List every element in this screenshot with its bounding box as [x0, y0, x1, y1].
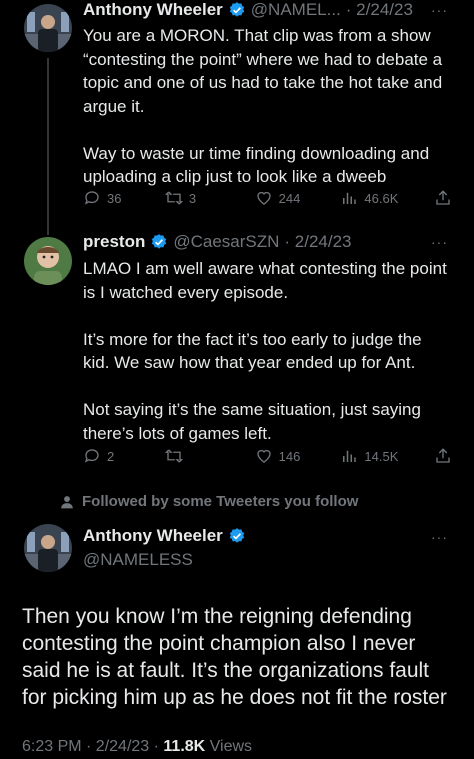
retweet-icon — [164, 191, 183, 205]
share-button[interactable] — [434, 447, 452, 465]
tweet-actions: 2 146 14.5K — [83, 447, 458, 465]
tweet-text: LMAO I am well aware what contesting the… — [83, 259, 447, 443]
author-name[interactable]: Anthony Wheeler — [83, 0, 223, 20]
retweet-button[interactable]: 3 — [164, 189, 255, 207]
author-name[interactable]: preston — [83, 232, 145, 252]
views-count: 46.6K — [364, 190, 399, 206]
reply-icon — [84, 449, 99, 463]
more-options-icon[interactable]: ··· — [431, 2, 448, 18]
author-handle[interactable]: @NAMEL... — [251, 0, 341, 20]
heart-icon — [256, 191, 271, 205]
tweet-footer: 6:23 PM · 2/24/23 · 11.8K Views — [22, 738, 252, 756]
reply-button[interactable]: 2 — [83, 447, 165, 465]
tweet-text: Then you know I’m the reigning defending… — [22, 605, 447, 709]
views-button[interactable]: 14.5K — [340, 447, 434, 465]
author-handle[interactable]: @NAMELESS — [83, 550, 193, 570]
tweet-header: preston @CaesarSZN · 2/24/23 — [83, 232, 458, 252]
tweet-date[interactable]: · 2/24/23 — [284, 232, 351, 252]
avatar[interactable] — [24, 4, 72, 52]
followed-by-note: Followed by some Tweeters you follow — [60, 493, 358, 510]
reply-button[interactable]: 36 — [83, 189, 165, 207]
thread-line-top — [47, 225, 49, 235]
person-icon — [61, 495, 73, 508]
author-name[interactable]: Anthony Wheeler — [83, 526, 223, 546]
thread-line — [47, 58, 49, 225]
heart-icon — [256, 449, 271, 463]
tweet-text: You are a MORON. That clip was from a sh… — [83, 26, 443, 186]
avatar[interactable] — [24, 237, 72, 285]
reply-icon — [84, 191, 99, 205]
verified-badge-icon — [228, 1, 246, 19]
tweet-header: Anthony Wheeler — [83, 526, 458, 546]
tweet-2[interactable]: preston @CaesarSZN · 2/24/23 ··· LMAO I … — [0, 225, 474, 490]
views-count: 14.5K — [364, 448, 399, 464]
views-chart-icon — [343, 192, 357, 204]
author-handle[interactable]: @CaesarSZN — [173, 232, 279, 252]
retweet-count: 3 — [188, 190, 197, 206]
views-label: Views — [205, 738, 253, 755]
retweet-button[interactable] — [164, 447, 255, 465]
tweet-header: Anthony Wheeler @NAMEL... · 2/24/23 — [83, 0, 458, 20]
reply-count: 2 — [107, 448, 115, 464]
followed-by-text: Followed by some Tweeters you follow — [82, 493, 359, 510]
avatar[interactable] — [24, 524, 72, 572]
tweet-actions: 36 3 244 46.6K — [83, 189, 458, 207]
like-count: 146 — [278, 448, 301, 464]
views-count: 11.8K — [163, 738, 206, 755]
more-options-icon[interactable]: ··· — [431, 529, 448, 545]
like-count: 244 — [278, 190, 301, 206]
share-icon — [436, 190, 450, 205]
main-tweet: Anthony Wheeler @NAMELESS ··· Then you k… — [0, 520, 474, 759]
views-button[interactable]: 46.6K — [340, 189, 434, 207]
views-chart-icon — [343, 450, 357, 462]
retweet-icon — [164, 449, 183, 463]
like-button[interactable]: 244 — [255, 189, 341, 207]
reply-count: 36 — [107, 190, 122, 206]
share-icon — [436, 448, 450, 463]
more-options-icon[interactable]: ··· — [431, 234, 448, 250]
share-button[interactable] — [434, 189, 452, 207]
tweet-timestamp[interactable]: 6:23 PM · 2/24/23 · — [22, 738, 163, 755]
like-button[interactable]: 146 — [255, 447, 341, 465]
verified-badge-icon — [228, 527, 246, 545]
tweet-1[interactable]: Anthony Wheeler @NAMEL... · 2/24/23 ··· … — [0, 0, 474, 225]
tweet-date[interactable]: · 2/24/23 — [346, 0, 413, 20]
verified-badge-icon — [150, 233, 168, 251]
